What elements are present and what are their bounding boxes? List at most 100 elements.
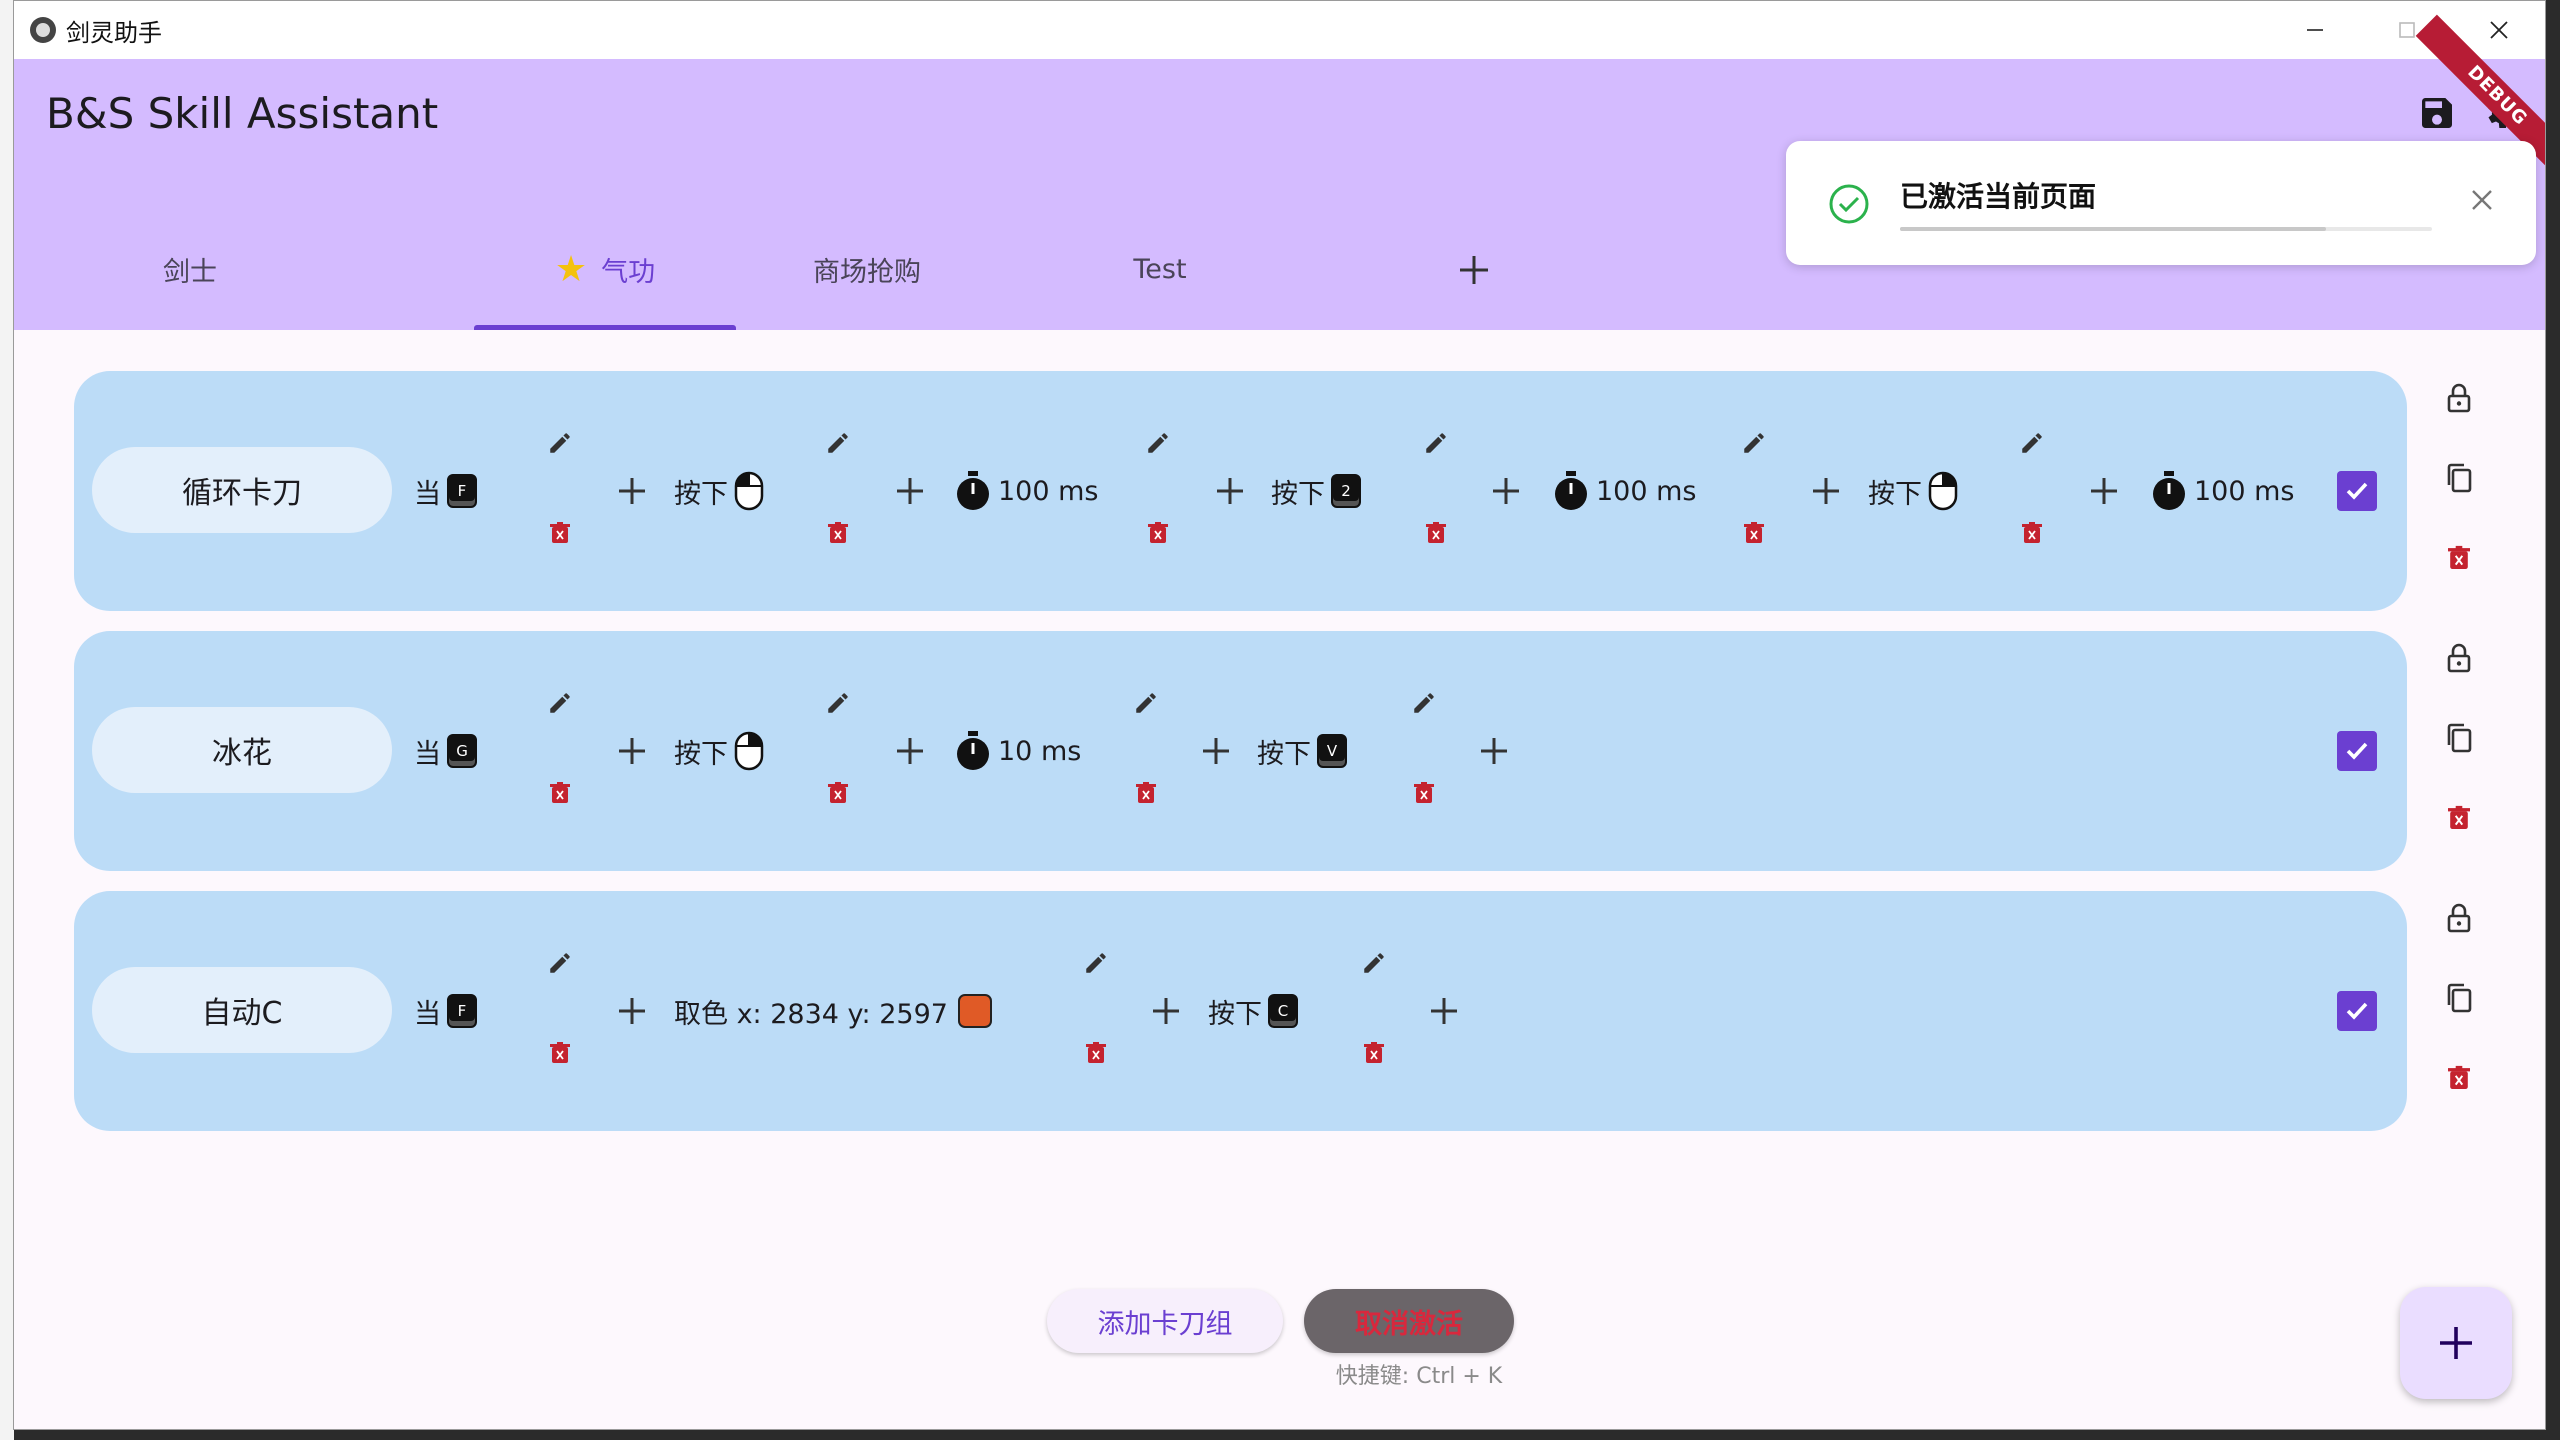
toast-close-button[interactable] [2470, 185, 2494, 220]
pencil-icon [1086, 953, 1106, 973]
delay-action: 100 ms [1552, 371, 1697, 611]
add-floating-button[interactable] [2400, 1287, 2512, 1399]
lock-button[interactable] [2440, 639, 2478, 677]
add-action-button[interactable] [888, 469, 932, 513]
add-action-button[interactable] [1422, 989, 1466, 1033]
action-label: 按下 [1257, 738, 1311, 770]
delete-button[interactable] [2018, 519, 2046, 547]
copy-button[interactable] [2440, 459, 2478, 497]
lock-open-icon [2447, 383, 2471, 413]
edit-button[interactable] [1408, 687, 1440, 719]
group-name-button[interactable]: 自动C [92, 967, 392, 1053]
trash-icon [1426, 522, 1446, 543]
plus-icon [897, 478, 923, 504]
plus-icon [1431, 998, 1457, 1024]
edit-button[interactable] [544, 947, 576, 979]
delete-button[interactable] [546, 519, 574, 547]
group-name-button[interactable]: 冰花 [92, 707, 392, 793]
tab-swordsman[interactable]: 剑士 [59, 209, 321, 330]
pencil-icon [1148, 433, 1168, 453]
press-action: 按下 V [1257, 631, 1347, 871]
enable-checkbox[interactable] [2337, 471, 2377, 511]
delete-button[interactable] [824, 779, 852, 807]
edit-button[interactable] [822, 427, 854, 459]
tab-qigong[interactable]: ★ 气功 [474, 209, 736, 330]
tab-mall-purchase[interactable]: 商场抢购 [736, 209, 998, 330]
add-action-button[interactable] [888, 729, 932, 773]
minimize-button[interactable] [2269, 1, 2361, 59]
delete-button[interactable] [1132, 779, 1160, 807]
action-label: 按下 [674, 738, 728, 770]
trash-icon [1086, 1042, 1106, 1063]
add-action-button[interactable] [1472, 729, 1516, 773]
edit-button[interactable] [544, 427, 576, 459]
pencil-icon [1744, 433, 1764, 453]
add-tab-button[interactable] [1444, 209, 1504, 330]
delete-group-button[interactable] [2440, 539, 2478, 577]
edit-button[interactable] [544, 687, 576, 719]
main-content: 循环卡刀 当 F 按下 100 ms 按下 2 100 ms 按下 100 ms… [14, 330, 2545, 1429]
trash-icon [1744, 522, 1764, 543]
edit-button[interactable] [1142, 427, 1174, 459]
delete-button[interactable] [824, 519, 852, 547]
add-action-button[interactable] [610, 729, 654, 773]
lock-button[interactable] [2440, 899, 2478, 937]
plus-icon [619, 998, 645, 1024]
delete-group-button[interactable] [2440, 799, 2478, 837]
copy-button[interactable] [2440, 979, 2478, 1017]
lock-button[interactable] [2440, 379, 2478, 417]
edit-button[interactable] [2016, 427, 2048, 459]
delete-button[interactable] [1410, 779, 1438, 807]
add-action-button[interactable] [1804, 469, 1848, 513]
edit-button[interactable] [1738, 427, 1770, 459]
delete-group-button[interactable] [2440, 1059, 2478, 1097]
row-tools [2434, 891, 2484, 1131]
stopwatch-icon [2153, 471, 2185, 510]
edit-button[interactable] [1130, 687, 1162, 719]
add-action-button[interactable] [610, 469, 654, 513]
group-name-button[interactable]: 循环卡刀 [92, 447, 392, 533]
tab-label: 商场抢购 [813, 257, 921, 288]
enable-checkbox[interactable] [2337, 731, 2377, 771]
item-ops [1734, 427, 1774, 555]
delete-button[interactable] [546, 1039, 574, 1067]
add-action-button[interactable] [1144, 989, 1188, 1033]
save-button[interactable] [2411, 87, 2463, 139]
trash-icon [2448, 805, 2470, 829]
delete-button[interactable] [1740, 519, 1768, 547]
app-title: B&S Skill Assistant [46, 89, 439, 138]
pencil-icon [828, 433, 848, 453]
mouse-scroll-icon [1928, 471, 1958, 511]
key-cap: V [1317, 734, 1347, 768]
delay-value: 10 ms [998, 735, 1082, 767]
delete-button[interactable] [1082, 1039, 1110, 1067]
enable-checkbox[interactable] [2337, 991, 2377, 1031]
edit-button[interactable] [1080, 947, 1112, 979]
trash-icon [550, 522, 570, 543]
edit-button[interactable] [1358, 947, 1390, 979]
action-label: 按下 [1868, 478, 1922, 510]
pencil-icon [1414, 693, 1434, 713]
item-ops [818, 687, 858, 815]
add-action-button[interactable] [1484, 469, 1528, 513]
plus-icon [1153, 998, 1179, 1024]
add-action-button[interactable] [1208, 469, 1252, 513]
edit-button[interactable] [1420, 427, 1452, 459]
delete-button[interactable] [1360, 1039, 1388, 1067]
add-action-button[interactable] [610, 989, 654, 1033]
add-action-button[interactable] [2082, 469, 2126, 513]
edit-button[interactable] [822, 687, 854, 719]
delete-button[interactable] [546, 779, 574, 807]
stopwatch-icon [957, 731, 989, 770]
add-action-button[interactable] [1194, 729, 1238, 773]
delay-action: 100 ms [2150, 371, 2295, 611]
delete-button[interactable] [1144, 519, 1172, 547]
add-group-button[interactable]: 添加卡刀组 [1047, 1289, 1283, 1353]
trash-icon [2022, 522, 2042, 543]
pencil-icon [550, 433, 570, 453]
delete-button[interactable] [1422, 519, 1450, 547]
copy-button[interactable] [2440, 719, 2478, 757]
trash-icon [1136, 782, 1156, 803]
deactivate-button[interactable]: 取消激活 [1304, 1289, 1514, 1353]
tab-test[interactable]: Test [1029, 209, 1291, 330]
